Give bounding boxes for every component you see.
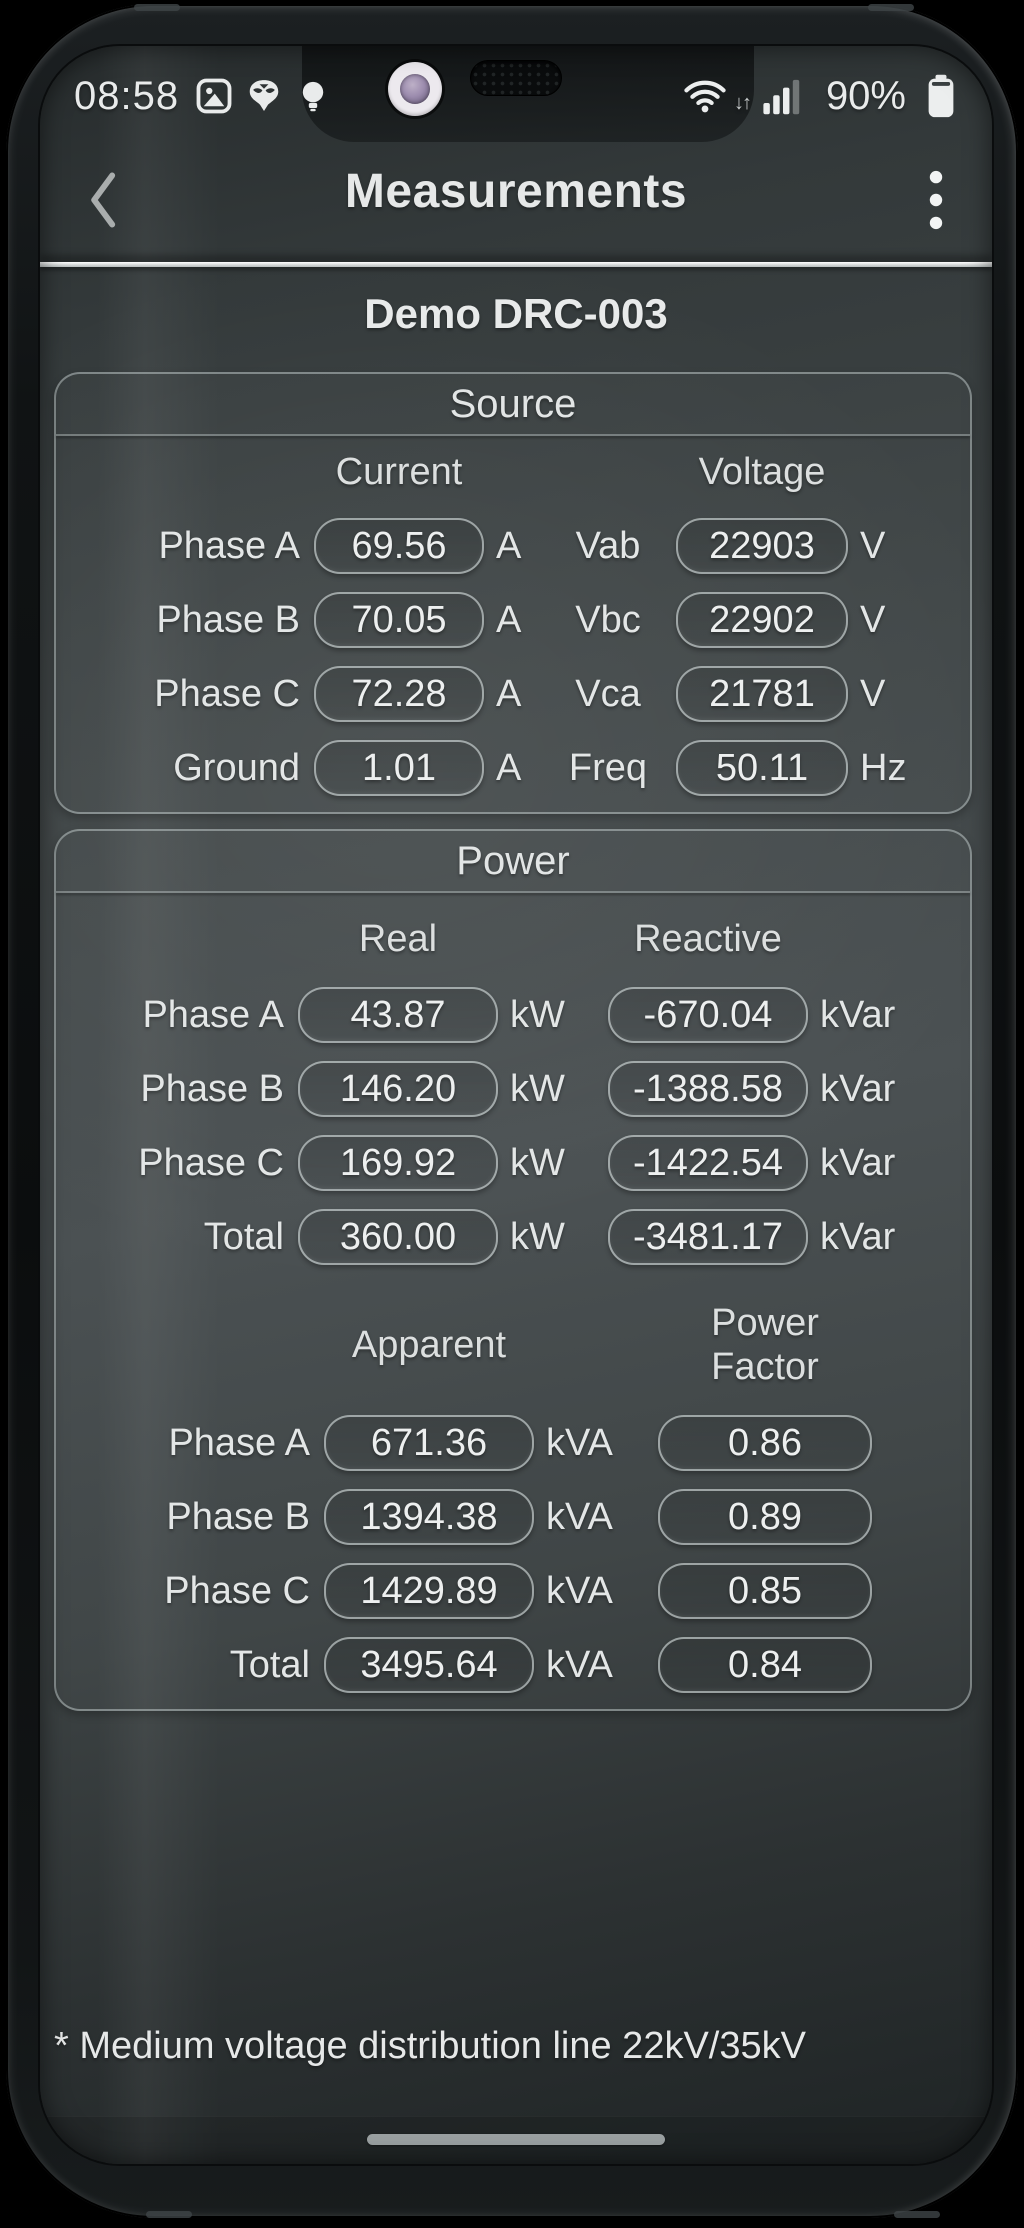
power-column-headers: Real Reactive (64, 917, 962, 961)
voltage-column-header: Voltage (698, 451, 826, 493)
current-value-box: 72.28 (314, 666, 484, 722)
apparent-column-header: Apparent (351, 1324, 507, 1366)
table-row: Phase B 146.20 kW -1388.58 kVar (64, 1061, 962, 1117)
voltage-value-box: 22903 (676, 518, 848, 574)
reactive-power-value-box: -1422.54 (608, 1135, 808, 1191)
apparent-pf-rows: Phase A 671.36 kVA 0.86 Phase B 1394.38 … (64, 1415, 962, 1693)
table-row: Phase C 72.28 A Vca 21781 V (64, 666, 962, 722)
reactive-power-value-box: -1388.58 (608, 1061, 808, 1117)
source-section: Source Current Voltage Phase A 69.56 A V… (54, 372, 972, 814)
table-row: Phase C 1429.89 kVA 0.85 (64, 1563, 962, 1619)
lightbulb-icon (295, 77, 331, 115)
overflow-menu-icon (929, 170, 943, 230)
wifi-traffic-arrows-icon: ↓↑ (733, 91, 752, 114)
device-title: Demo DRC-003 (364, 290, 668, 337)
signal-strength-icon (762, 76, 804, 116)
table-row: Phase C 169.92 kW -1422.54 kVar (64, 1135, 962, 1191)
power-factor-value-box: 0.84 (658, 1637, 872, 1693)
frequency-value-box: 50.11 (676, 740, 848, 796)
apparent-power-value-box: 671.36 (324, 1415, 534, 1471)
clock: 08:58 (74, 73, 180, 118)
phone-frame: 08:58 ↓↑ 90% Measurements Demo DRC-003 S… (6, 4, 1018, 2218)
real-column-header: Real (358, 918, 438, 960)
measurements-content: Source Current Voltage Phase A 69.56 A V… (54, 372, 972, 1726)
wifi-icon (682, 75, 728, 117)
app-header: Measurements (40, 164, 992, 236)
table-row: Phase A 69.56 A Vab 22903 V (64, 518, 962, 574)
source-column-headers: Current Voltage (64, 450, 962, 494)
real-power-value-box: 146.20 (298, 1061, 498, 1117)
apparent-column-headers: Apparent Power Factor (64, 1301, 962, 1389)
current-column-header: Current (335, 451, 463, 493)
current-value-box: 70.05 (314, 592, 484, 648)
antenna-band (146, 2211, 192, 2218)
real-power-value-box: 360.00 (298, 1209, 498, 1265)
section-divider (56, 891, 970, 893)
power-section-title: Power (456, 839, 570, 883)
header-divider (40, 262, 992, 267)
table-row: Total 360.00 kW -3481.17 kVar (64, 1209, 962, 1265)
home-indicator[interactable] (367, 2134, 665, 2145)
table-row: Phase B 70.05 A Vbc 22902 V (64, 592, 962, 648)
page-title: Measurements (344, 165, 688, 218)
apparent-power-value-box: 1394.38 (324, 1489, 534, 1545)
notification-icons (195, 77, 331, 115)
power-factor-column-header: Power Factor (711, 1302, 819, 1388)
battery-percent: 90% (825, 73, 906, 118)
source-section-title: Source (449, 382, 577, 426)
real-power-value-box: 43.87 (298, 987, 498, 1043)
reactive-power-value-box: -670.04 (608, 987, 808, 1043)
power-factor-value-box: 0.85 (658, 1563, 872, 1619)
alien-icon (245, 77, 283, 115)
power-section: Power Real Reactive Phase A 43.87 kW -67… (54, 829, 972, 1711)
antenna-band (868, 4, 914, 11)
table-row: Ground 1.01 A Freq 50.11 Hz (64, 740, 962, 796)
apparent-power-value-box: 3495.64 (324, 1637, 534, 1693)
table-row: Phase A 671.36 kVA 0.86 (64, 1415, 962, 1471)
power-factor-value-box: 0.89 (658, 1489, 872, 1545)
voltage-value-box: 21781 (676, 666, 848, 722)
voltage-value-box: 22902 (676, 592, 848, 648)
current-value-box: 1.01 (314, 740, 484, 796)
current-value-box: 69.56 (314, 518, 484, 574)
real-power-value-box: 169.92 (298, 1135, 498, 1191)
gallery-icon (195, 77, 233, 115)
reactive-column-header: Reactive (634, 918, 782, 960)
power-factor-value-box: 0.86 (658, 1415, 872, 1471)
battery-icon (924, 74, 958, 118)
overflow-menu-button[interactable] (910, 166, 962, 234)
antenna-band (894, 2211, 940, 2218)
source-rows: Phase A 69.56 A Vab 22903 V Phase B 70.0… (64, 518, 962, 796)
status-bar: 08:58 ↓↑ 90% (40, 66, 992, 126)
section-divider (56, 434, 970, 436)
apparent-power-value-box: 1429.89 (324, 1563, 534, 1619)
real-reactive-rows: Phase A 43.87 kW -670.04 kVar Phase B 14… (64, 987, 962, 1265)
antenna-band (134, 4, 180, 11)
footnote: * Medium voltage distribution line 22kV/… (54, 2025, 806, 2067)
table-row: Phase A 43.87 kW -670.04 kVar (64, 987, 962, 1043)
table-row: Total 3495.64 kVA 0.84 (64, 1637, 962, 1693)
phone-screen: 08:58 ↓↑ 90% Measurements Demo DRC-003 S… (38, 44, 994, 2166)
reactive-power-value-box: -3481.17 (608, 1209, 808, 1265)
table-row: Phase B 1394.38 kVA 0.89 (64, 1489, 962, 1545)
